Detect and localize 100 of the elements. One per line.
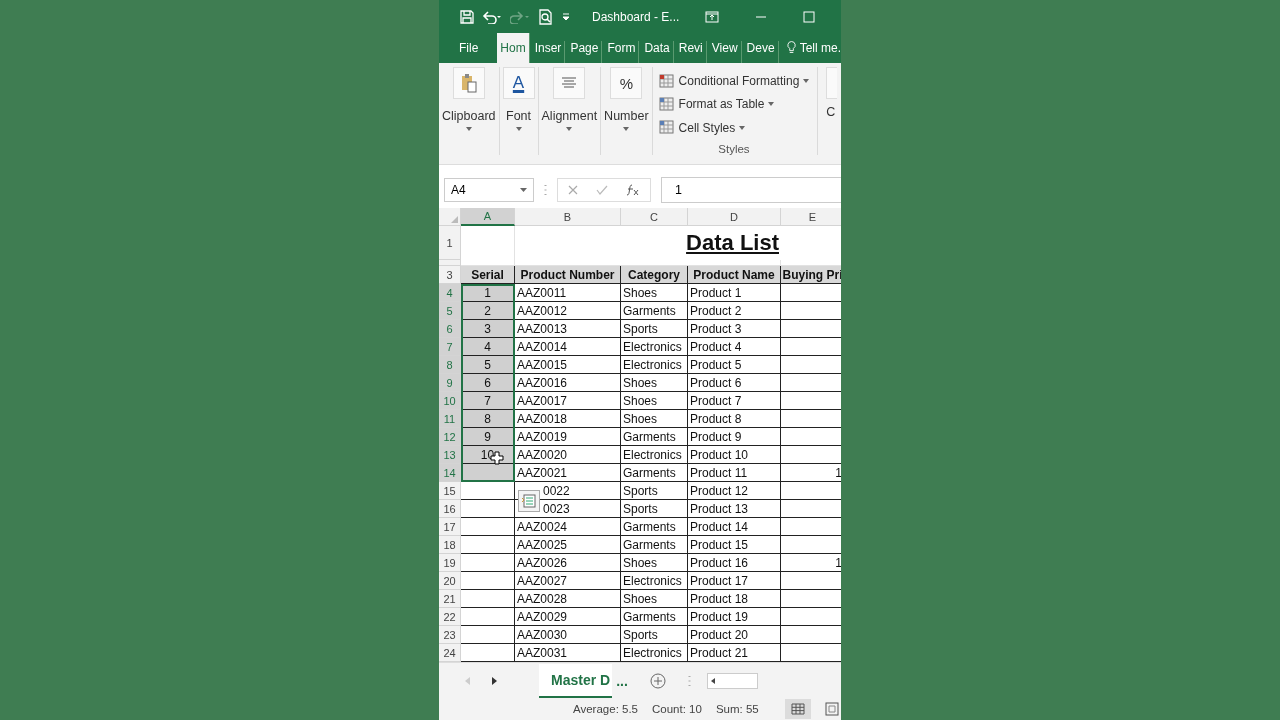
table-header-cell: Serial xyxy=(461,266,515,284)
save-icon[interactable] xyxy=(460,9,474,24)
table-cell: AAZ0015 xyxy=(515,356,621,374)
row-header[interactable]: 12 xyxy=(439,428,461,446)
table-cell: Electronics xyxy=(621,356,688,374)
ribbon-group-button[interactable]: % xyxy=(610,67,643,100)
table-cell: Product 11 xyxy=(688,464,781,482)
row-header[interactable]: 11 xyxy=(439,410,461,428)
row-header[interactable]: 21 xyxy=(439,590,461,608)
table-cell: AAZ0013 xyxy=(515,320,621,338)
ribbon-tab[interactable]: Hom xyxy=(497,33,530,64)
tell-me-search[interactable]: Tell me. xyxy=(799,41,841,64)
column-header[interactable]: B xyxy=(515,208,621,226)
styles-menu-button[interactable]: Format as Table xyxy=(658,92,810,117)
dropdown-caret-icon[interactable] xyxy=(465,127,472,132)
table-cell: Product 17 xyxy=(688,572,781,590)
formula-input[interactable]: 1 xyxy=(661,177,841,204)
table-cell: Electronics xyxy=(621,572,688,590)
row-header[interactable]: 6 xyxy=(439,320,461,338)
status-text: Average: 5.5 xyxy=(573,703,638,716)
table-cell: Garments xyxy=(621,518,688,536)
table-cell: Product 8 xyxy=(688,410,781,428)
table-cell: Sports xyxy=(621,320,688,338)
column-header[interactable]: D xyxy=(688,208,781,226)
row-header[interactable]: 7 xyxy=(439,338,461,356)
table-cell: Product 1 xyxy=(688,284,781,302)
sheet-tab[interactable]: Master D xyxy=(539,663,613,698)
column-header[interactable]: C xyxy=(621,208,688,226)
dropdown-caret-icon xyxy=(803,79,810,84)
styles-menu-button[interactable]: Conditional Formatting xyxy=(658,69,810,93)
table-cell: AAZ0017 xyxy=(515,392,621,410)
dropdown-caret-icon[interactable] xyxy=(515,127,522,132)
row-header[interactable]: 22 xyxy=(439,608,461,626)
row-header[interactable]: 15 xyxy=(439,482,461,500)
row-header[interactable]: 5 xyxy=(439,302,461,320)
row-header[interactable]: 1 xyxy=(439,226,461,260)
row-header[interactable]: 4 xyxy=(439,284,461,302)
ribbon-group-button[interactable] xyxy=(452,67,485,100)
normal-view-icon[interactable] xyxy=(784,699,811,720)
page-layout-icon[interactable] xyxy=(824,702,839,717)
row-header[interactable]: 10 xyxy=(439,392,461,410)
check-icon[interactable] xyxy=(596,185,608,196)
row-header[interactable]: 23 xyxy=(439,626,461,644)
table-cell: Shoes xyxy=(621,374,688,392)
dropdown-caret-icon[interactable] xyxy=(623,127,630,132)
table-cell: AAZ0030 xyxy=(515,626,621,644)
dropdown-caret-icon[interactable] xyxy=(566,127,573,132)
cancel-icon[interactable] xyxy=(568,185,578,196)
table-cell: AAZ0014 xyxy=(515,338,621,356)
window-title: Dashboard - E... xyxy=(592,9,680,24)
row-header[interactable]: 14 xyxy=(439,464,461,482)
table-cell: 4 xyxy=(461,338,515,356)
row-header[interactable]: 8 xyxy=(439,356,461,374)
column-header[interactable]: E xyxy=(781,208,841,226)
ribbon-group-button[interactable]: A xyxy=(502,67,535,100)
name-box[interactable]: A4 xyxy=(444,178,534,203)
redo-icon xyxy=(510,9,530,24)
table-cell: 3 xyxy=(461,320,515,338)
table-cell: Product 13 xyxy=(688,500,781,518)
row-header[interactable]: 17 xyxy=(439,518,461,536)
row-header[interactable]: 9 xyxy=(439,374,461,392)
ribbon-group-button[interactable] xyxy=(553,67,586,100)
ribbon-tab[interactable]: File xyxy=(453,41,482,64)
dropdown-caret-icon xyxy=(768,102,775,107)
table-cell: Sports xyxy=(621,500,688,518)
table-cell: Product 3 xyxy=(688,320,781,338)
row-header[interactable]: 19 xyxy=(439,554,461,572)
table-cell: AAZ0018 xyxy=(515,410,621,428)
table-cell: AAZ0027 xyxy=(515,572,621,590)
ribbon-group-label: C xyxy=(826,105,837,120)
horizontal-scrollbar[interactable] xyxy=(706,672,758,689)
table-cell: 7 xyxy=(461,392,515,410)
undo-icon[interactable] xyxy=(482,9,502,24)
more-sheets-button[interactable]: ... xyxy=(616,672,628,689)
customize-toolbar-icon[interactable] xyxy=(562,11,570,22)
row-header[interactable]: 20 xyxy=(439,572,461,590)
quick-analysis-icon[interactable] xyxy=(518,490,540,512)
scroll-left-icon[interactable] xyxy=(710,677,715,684)
row-header[interactable]: 3 xyxy=(439,266,461,284)
styles-menu-button[interactable]: Cell Styles xyxy=(658,116,810,140)
row-header[interactable]: 24 xyxy=(439,644,461,662)
print-preview-icon[interactable] xyxy=(538,8,554,25)
row-header[interactable]: 13 xyxy=(439,446,461,464)
table-cell: Sports xyxy=(621,626,688,644)
function-icon[interactable] xyxy=(626,184,640,197)
maximize-icon[interactable] xyxy=(803,10,816,23)
add-sheet-icon[interactable] xyxy=(649,672,666,689)
row-header[interactable]: 16 xyxy=(439,500,461,518)
table-cell: 9 xyxy=(461,428,515,446)
table-style-icon xyxy=(658,120,675,136)
table-cell: Product 9 xyxy=(688,428,781,446)
table-cell: AAZ0019 xyxy=(515,428,621,446)
table-cell: Product 16 xyxy=(688,554,781,572)
font-color-icon: A xyxy=(512,73,525,94)
table-cell: Shoes xyxy=(621,590,688,608)
row-header[interactable]: 18 xyxy=(439,536,461,554)
table-cell: AAZ0021 xyxy=(515,464,621,482)
ribbon-display-icon[interactable] xyxy=(705,10,720,23)
column-header[interactable]: A xyxy=(461,208,515,226)
scroll-right-icon[interactable] xyxy=(492,676,497,685)
